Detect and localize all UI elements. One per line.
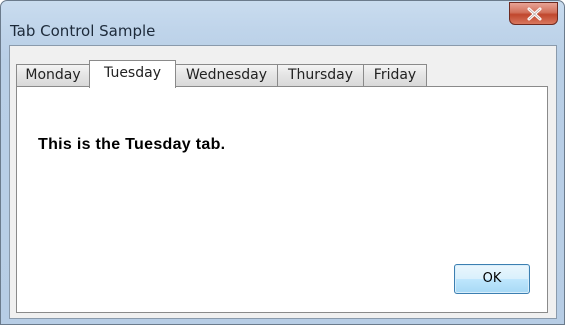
- tab-panel: This is the Tuesday tab. OK: [16, 86, 548, 313]
- dialog-window: Tab Control Sample Monday Tuesday Wednes…: [0, 0, 565, 325]
- tab-monday[interactable]: Monday: [16, 64, 90, 86]
- title-bar[interactable]: Tab Control Sample: [1, 1, 564, 45]
- tab-wednesday[interactable]: Wednesday: [175, 64, 278, 86]
- close-icon: [527, 7, 542, 21]
- tab-content-text: This is the Tuesday tab.: [38, 136, 226, 153]
- tab-tuesday[interactable]: Tuesday: [89, 60, 176, 88]
- tab-friday[interactable]: Friday: [363, 64, 427, 86]
- dialog-client-area: Monday Tuesday Wednesday Thursday Friday…: [9, 45, 557, 319]
- tab-thursday[interactable]: Thursday: [277, 64, 364, 86]
- close-button[interactable]: [509, 2, 558, 25]
- tab-strip: Monday Tuesday Wednesday Thursday Friday: [16, 60, 546, 88]
- ok-button[interactable]: OK: [454, 264, 530, 294]
- window-title: Tab Control Sample: [10, 22, 156, 40]
